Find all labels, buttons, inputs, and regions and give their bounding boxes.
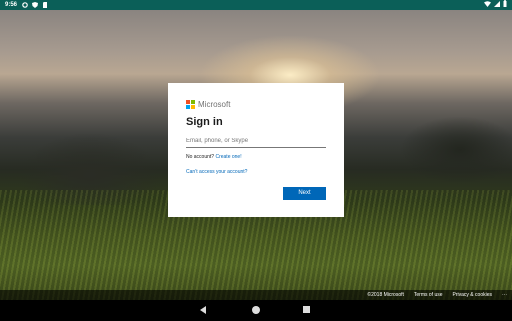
settings-icon: [22, 2, 28, 8]
email-field[interactable]: [186, 135, 326, 148]
footer-bar: ©2018 Microsoft Terms of use Privacy & c…: [0, 290, 512, 300]
create-account-link[interactable]: Create one!: [215, 154, 241, 160]
microsoft-logo-icon: [186, 100, 195, 109]
status-bar: 9:56: [0, 0, 512, 10]
privacy-link[interactable]: Privacy & cookies: [453, 290, 492, 300]
brand-name: Microsoft: [198, 100, 231, 109]
shield-icon: [32, 2, 38, 8]
back-icon[interactable]: [200, 306, 206, 314]
cant-access-link[interactable]: Can’t access your account?: [186, 169, 247, 175]
signal-icon: [494, 0, 500, 11]
more-options-button[interactable]: ···: [502, 290, 507, 300]
navigation-bar: [0, 300, 512, 321]
terms-link[interactable]: Terms of use: [414, 290, 443, 300]
mountain-right: [380, 100, 512, 190]
no-account-label: No account?: [186, 154, 215, 160]
page-title: Sign in: [186, 116, 223, 128]
no-account-text: No account? Create one!: [186, 154, 242, 160]
next-button[interactable]: Next: [283, 187, 326, 200]
signin-card: Microsoft Sign in No account? Create one…: [168, 83, 344, 217]
microsoft-logo: Microsoft: [186, 100, 230, 109]
clock: 9:56: [5, 2, 18, 8]
recent-apps-icon[interactable]: [303, 306, 310, 313]
copyright-text: ©2018 Microsoft: [367, 292, 404, 298]
home-icon[interactable]: [252, 306, 260, 314]
sd-card-icon: [42, 2, 48, 8]
wifi-icon: [484, 0, 491, 11]
